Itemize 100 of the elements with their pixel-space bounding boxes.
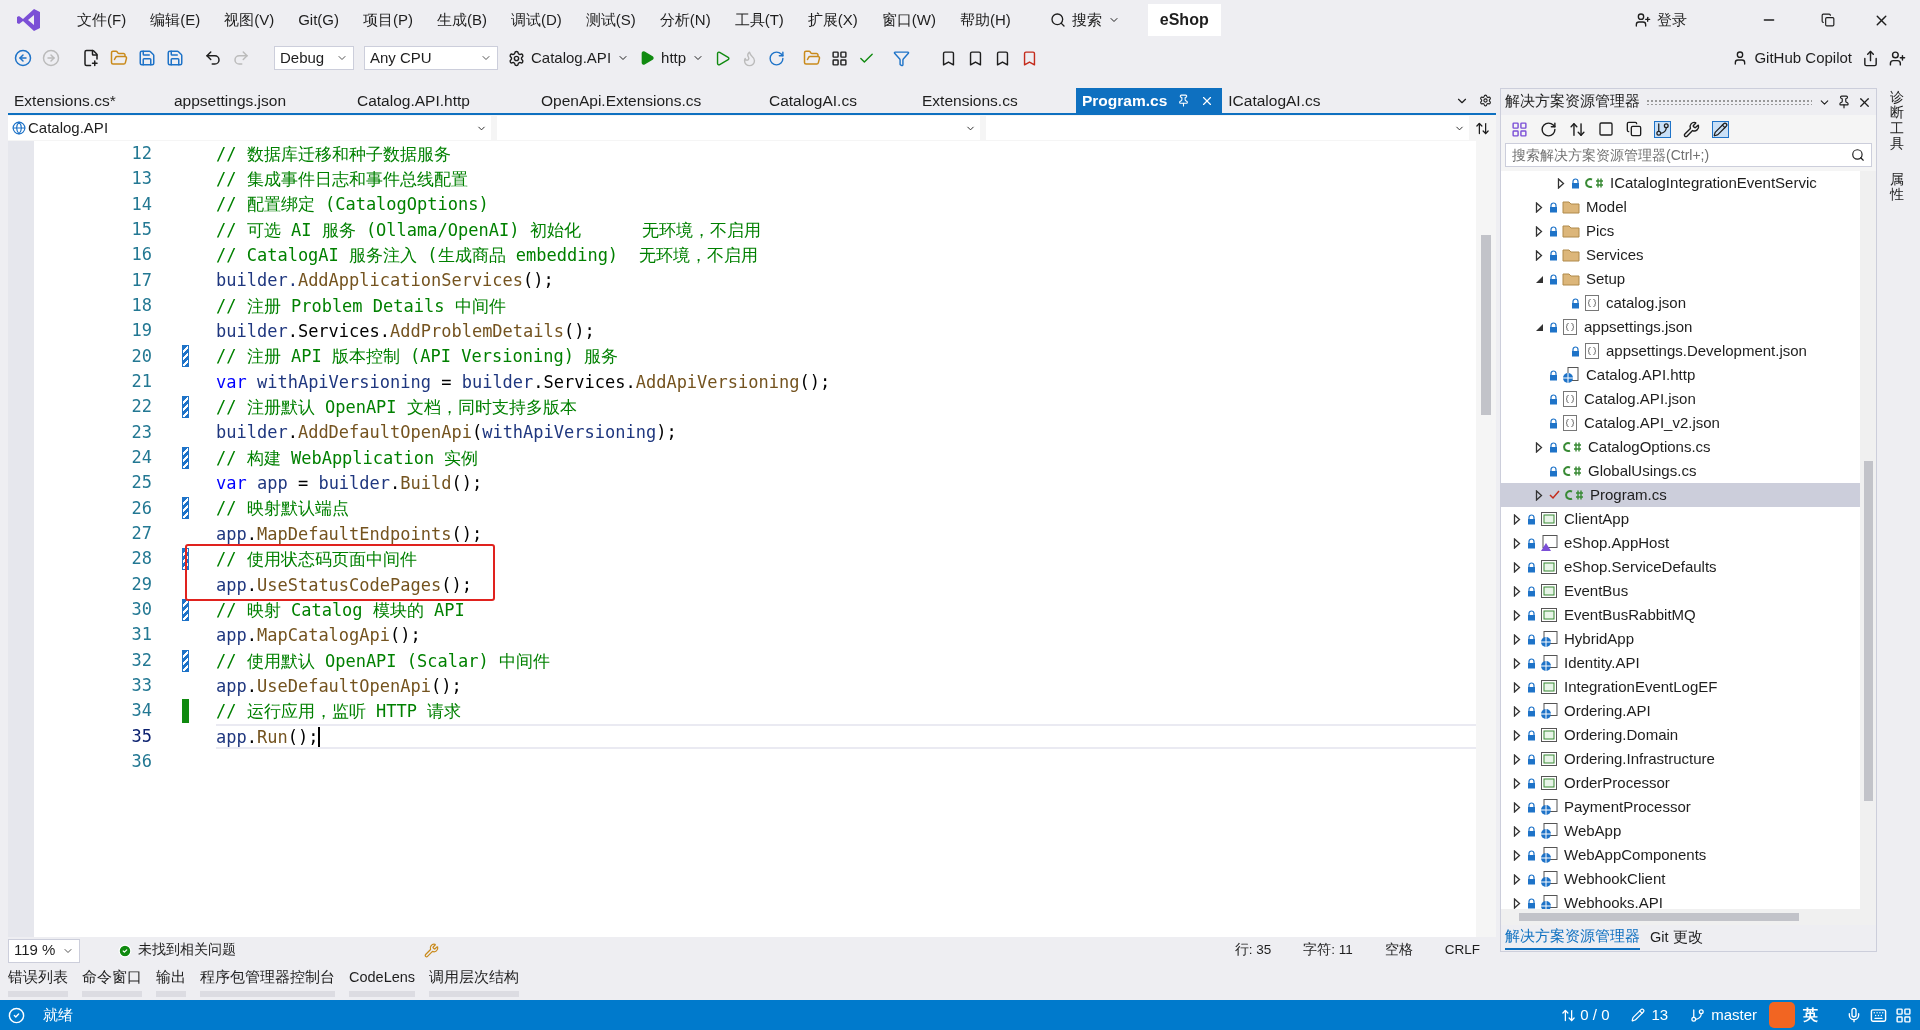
- run-button[interactable]: http: [639, 46, 705, 70]
- settings-icon[interactable]: [1479, 94, 1492, 107]
- menu-item[interactable]: 编辑(E): [139, 8, 212, 32]
- collapsed-arrow-icon[interactable]: [1513, 513, 1521, 525]
- panel-tab[interactable]: 解决方案资源管理器: [1505, 926, 1640, 950]
- tree-item[interactable]: Catalog.API_v2.json: [1501, 411, 1860, 435]
- tree-item[interactable]: appsettings.json: [1501, 315, 1860, 339]
- menu-item[interactable]: Git(G): [287, 8, 350, 32]
- tree-item[interactable]: WebhookClient: [1501, 867, 1860, 891]
- menu-item[interactable]: 生成(B): [426, 8, 498, 32]
- tree-item[interactable]: ClientApp: [1501, 507, 1860, 531]
- tree-item[interactable]: Catalog.API.json: [1501, 387, 1860, 411]
- tree-item[interactable]: Setup: [1501, 267, 1860, 291]
- history-icon[interactable]: [1540, 120, 1557, 138]
- expanded-arrow-icon[interactable]: [1534, 274, 1544, 284]
- editor-tab[interactable]: Extensions.cs*: [8, 88, 168, 113]
- tree-item[interactable]: Ordering.Infrastructure: [1501, 747, 1860, 771]
- back-icon[interactable]: [14, 49, 32, 67]
- menu-item[interactable]: 项目(P): [352, 8, 424, 32]
- tree-item[interactable]: appsettings.Development.json: [1501, 339, 1860, 363]
- collapsed-arrow-icon[interactable]: [1535, 249, 1543, 261]
- collapsed-arrow-icon[interactable]: [1513, 537, 1521, 549]
- restore-icon[interactable]: [1821, 13, 1835, 27]
- save-all-icon[interactable]: [166, 49, 184, 67]
- editor-tab[interactable]: CatalogAI.cs: [763, 88, 916, 113]
- configuration-dropdown[interactable]: Debug: [274, 46, 354, 70]
- edits-indicator[interactable]: 13: [1631, 1003, 1669, 1027]
- horizontal-scrollbar[interactable]: [1501, 909, 1876, 925]
- tree-item[interactable]: Services: [1501, 243, 1860, 267]
- menu-item[interactable]: 帮助(H): [948, 8, 1022, 32]
- new-item-icon[interactable]: [82, 49, 100, 67]
- tree-item[interactable]: HybridApp: [1501, 627, 1860, 651]
- tree-item[interactable]: WebAppComponents: [1501, 843, 1860, 867]
- undo-icon[interactable]: [204, 49, 222, 67]
- collapsed-arrow-icon[interactable]: [1513, 801, 1521, 813]
- run-without-debugging-icon[interactable]: [714, 49, 732, 67]
- input-language[interactable]: 英: [1803, 1003, 1818, 1027]
- cleanup-icon[interactable]: [424, 943, 439, 958]
- pin-icon[interactable]: [1177, 94, 1191, 107]
- collapsed-arrow-icon[interactable]: [1513, 825, 1521, 837]
- panel-tab[interactable]: Git 更改: [1650, 927, 1703, 949]
- menu-item[interactable]: 测试(S): [574, 8, 647, 32]
- collapsed-arrow-icon[interactable]: [1513, 753, 1521, 765]
- branch-indicator[interactable]: master: [1690, 1003, 1757, 1027]
- keyboard-icon[interactable]: [1870, 1006, 1887, 1024]
- show-all-files-icon[interactable]: [1626, 121, 1642, 137]
- folder-icon[interactable]: [803, 49, 822, 67]
- feedback-icon[interactable]: [1889, 49, 1906, 67]
- editor-tab[interactable]: Extensions.cs: [916, 88, 1076, 113]
- restart-icon[interactable]: [768, 49, 786, 67]
- vertical-scrollbar[interactable]: [1860, 171, 1876, 909]
- line-ending-indicator[interactable]: CRLF: [1444, 940, 1480, 961]
- sign-in-button[interactable]: 登录: [1635, 8, 1687, 32]
- menu-item[interactable]: 扩展(X): [796, 8, 869, 32]
- search-button[interactable]: 搜索: [1043, 8, 1126, 32]
- collapsed-arrow-icon[interactable]: [1513, 561, 1521, 573]
- open-folder-icon[interactable]: [110, 49, 128, 67]
- tree-item[interactable]: ICatalogIntegrationEventServic: [1501, 171, 1860, 195]
- collapsed-arrow-icon[interactable]: [1513, 729, 1521, 741]
- menu-item[interactable]: 调试(D): [500, 8, 573, 32]
- tree-item[interactable]: Model: [1501, 195, 1860, 219]
- layout-icon[interactable]: [831, 49, 849, 67]
- filter-icon[interactable]: [893, 49, 911, 67]
- menu-item[interactable]: 文件(F): [66, 8, 138, 32]
- copilot-button[interactable]: GitHub Copilot: [1732, 46, 1852, 70]
- whitespace-indicator[interactable]: 空格: [1384, 940, 1413, 961]
- editor-tab[interactable]: OpenApi.Extensions.cs: [535, 88, 763, 113]
- menu-item[interactable]: 窗口(W): [870, 8, 947, 32]
- collapsed-arrow-icon[interactable]: [1513, 849, 1521, 861]
- preview-icon[interactable]: [1712, 120, 1729, 138]
- collapsed-arrow-icon[interactable]: [1513, 633, 1521, 645]
- side-tool-tab[interactable]: 诊断工具: [1890, 90, 1904, 152]
- issues-status[interactable]: 未找到相关问题: [138, 940, 236, 961]
- grid-icon[interactable]: [1895, 1006, 1912, 1024]
- share-icon[interactable]: [1862, 49, 1879, 67]
- filter-tree-icon[interactable]: [1654, 120, 1671, 138]
- split-icon[interactable]: [1475, 120, 1490, 136]
- search-field[interactable]: 搜索解决方案资源管理器(Ctrl+;): [1505, 143, 1872, 167]
- collapsed-arrow-icon[interactable]: [1513, 681, 1521, 693]
- tree-item[interactable]: catalog.json: [1501, 291, 1860, 315]
- line-indicator[interactable]: 行: 35: [1234, 940, 1272, 961]
- tree-item[interactable]: Ordering.API: [1501, 699, 1860, 723]
- vertical-scrollbar[interactable]: [1476, 141, 1496, 937]
- tree-item[interactable]: GlobalUsings.cs: [1501, 459, 1860, 483]
- side-tool-tab[interactable]: 属性: [1890, 171, 1904, 203]
- collapsed-arrow-icon[interactable]: [1513, 609, 1521, 621]
- solution-icon[interactable]: [1511, 120, 1528, 138]
- tree-item[interactable]: eShop.ServiceDefaults: [1501, 555, 1860, 579]
- collapsed-arrow-icon[interactable]: [1513, 897, 1521, 909]
- tree-item[interactable]: Ordering.Domain: [1501, 723, 1860, 747]
- startup-project-button[interactable]: Catalog.API: [508, 46, 630, 70]
- menu-item[interactable]: 分析(N): [648, 8, 722, 32]
- zoom-dropdown[interactable]: 119 %: [8, 938, 80, 963]
- collapsed-arrow-icon[interactable]: [1513, 873, 1521, 885]
- pin-icon[interactable]: [1837, 95, 1851, 109]
- menu-item[interactable]: 视图(V): [213, 8, 286, 32]
- expanded-arrow-icon[interactable]: [1534, 322, 1544, 332]
- editor-tab[interactable]: appsettings.json: [168, 88, 351, 113]
- collapsed-arrow-icon[interactable]: [1557, 177, 1565, 189]
- tree-item[interactable]: eShop.AppHost: [1501, 531, 1860, 555]
